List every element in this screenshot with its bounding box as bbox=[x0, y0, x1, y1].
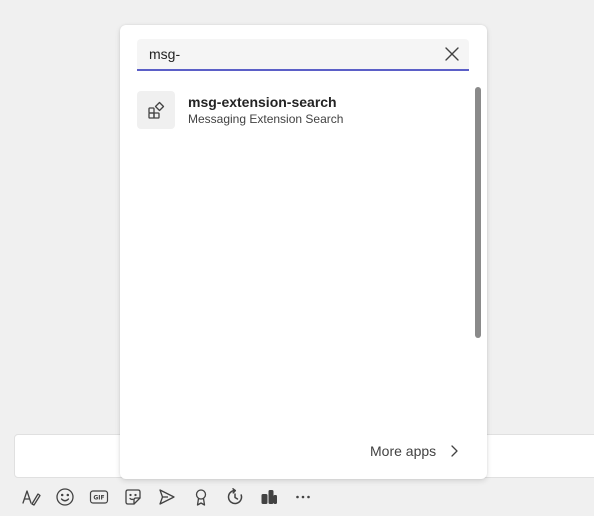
viva-button[interactable] bbox=[252, 484, 286, 510]
search-input[interactable] bbox=[137, 39, 427, 69]
viva-icon bbox=[259, 487, 279, 507]
praise-icon bbox=[191, 487, 211, 507]
schedule-meeting-icon bbox=[157, 487, 177, 507]
gif-icon: GIF bbox=[89, 487, 109, 507]
compose-toolbar: GIF bbox=[14, 484, 320, 510]
loop-button[interactable] bbox=[218, 484, 252, 510]
format-button[interactable] bbox=[14, 484, 48, 510]
schedule-meeting-button[interactable] bbox=[150, 484, 184, 510]
sticker-icon bbox=[123, 487, 143, 507]
more-apps-link[interactable]: More apps bbox=[370, 439, 460, 463]
close-icon bbox=[444, 46, 460, 62]
result-text: msg-extension-search Messaging Extension… bbox=[188, 93, 343, 127]
format-icon bbox=[21, 487, 41, 507]
app-icon bbox=[137, 91, 175, 129]
results-scrollbar[interactable] bbox=[475, 87, 481, 338]
result-subtitle: Messaging Extension Search bbox=[188, 112, 344, 126]
more-options-button[interactable] bbox=[286, 484, 320, 510]
svg-text:GIF: GIF bbox=[93, 495, 104, 502]
loop-icon bbox=[225, 487, 245, 507]
emoji-button[interactable] bbox=[48, 484, 82, 510]
search-box bbox=[137, 39, 469, 71]
more-options-icon bbox=[293, 487, 313, 507]
result-title: msg-extension-search bbox=[188, 94, 337, 110]
gif-button[interactable]: GIF bbox=[82, 484, 116, 510]
chevron-right-icon bbox=[448, 444, 460, 458]
praise-button[interactable] bbox=[184, 484, 218, 510]
more-apps-label: More apps bbox=[370, 443, 437, 459]
sticker-button[interactable] bbox=[116, 484, 150, 510]
emoji-icon bbox=[55, 487, 75, 507]
clear-search-button[interactable] bbox=[441, 43, 463, 65]
app-search-flyout: msg-extension-search Messaging Extension… bbox=[120, 25, 487, 479]
search-result-item[interactable]: msg-extension-search Messaging Extension… bbox=[137, 90, 457, 130]
